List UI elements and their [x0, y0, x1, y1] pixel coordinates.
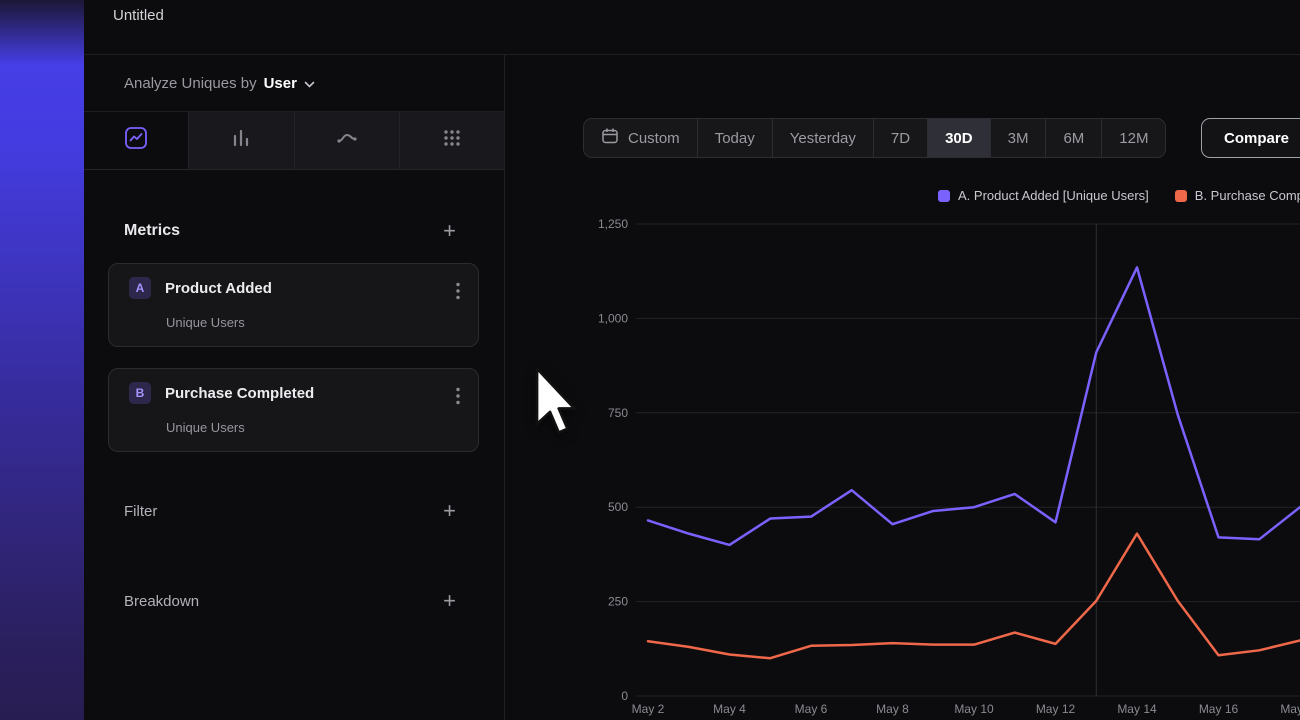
- svg-text:May 2: May 2: [632, 702, 665, 716]
- tab-insights[interactable]: [84, 112, 188, 169]
- range-label: 3M: [1008, 130, 1029, 147]
- flow-icon: [335, 126, 359, 155]
- report-title[interactable]: Untitled: [113, 7, 164, 24]
- range-label: 7D: [891, 130, 910, 147]
- svg-text:1,000: 1,000: [598, 311, 628, 325]
- line-chart[interactable]: 0 250 500 750 1,000 1,250 May 2 May 4 May 6 May 8…: [505, 205, 1300, 720]
- metric-card-b[interactable]: B Purchase Completed Unique Users: [108, 368, 479, 452]
- range-today[interactable]: Today: [697, 119, 772, 157]
- range-label: 12M: [1119, 130, 1148, 147]
- desktop-gradient: [0, 0, 84, 720]
- range-label: Custom: [628, 130, 680, 147]
- compare-button[interactable]: Compare: [1201, 118, 1300, 158]
- metric-menu-button[interactable]: [452, 383, 464, 412]
- analyze-by-row: Analyze Uniques by User: [84, 55, 504, 112]
- breakdown-section-header: Breakdown +: [84, 585, 504, 617]
- tab-bar-chart[interactable]: [188, 112, 293, 169]
- metrics-section-header: Metrics +: [84, 215, 504, 247]
- range-custom[interactable]: Custom: [584, 119, 697, 157]
- sidebar: Analyze Uniques by User: [84, 55, 505, 720]
- range-label: Yesterday: [790, 130, 856, 147]
- chart-panel: Custom Today Yesterday 7D 30D 3M 6M 12M …: [505, 55, 1300, 720]
- range-6m[interactable]: 6M: [1045, 119, 1101, 157]
- kebab-icon: [456, 387, 460, 405]
- svg-text:May 16: May 16: [1199, 702, 1239, 716]
- metrics-title: Metrics: [124, 222, 180, 240]
- metric-badge-b: B: [129, 382, 151, 404]
- svg-text:May 6: May 6: [795, 702, 828, 716]
- svg-text:250: 250: [608, 595, 628, 609]
- legend-swatch-b: [1175, 190, 1187, 202]
- legend-item-b[interactable]: B. Purchase Completed [Unique Users]: [1175, 188, 1300, 203]
- svg-text:May 8: May 8: [876, 702, 909, 716]
- dots-grid-icon: [440, 126, 464, 155]
- legend-item-a[interactable]: A. Product Added [Unique Users]: [938, 188, 1149, 203]
- svg-text:May 10: May 10: [954, 702, 994, 716]
- bar-chart-icon: [229, 126, 253, 155]
- svg-text:May 18: May 18: [1280, 702, 1300, 716]
- filter-title: Filter: [124, 503, 157, 520]
- metric-card-a[interactable]: A Product Added Unique Users: [108, 263, 479, 347]
- calendar-icon: [601, 127, 619, 149]
- svg-text:500: 500: [608, 500, 628, 514]
- range-label: Today: [715, 130, 755, 147]
- metric-menu-button[interactable]: [452, 278, 464, 307]
- metric-title: Purchase Completed: [165, 385, 314, 402]
- view-tabs: [84, 112, 504, 170]
- kebab-icon: [456, 282, 460, 300]
- metric-badge-a: A: [129, 277, 151, 299]
- analyze-by-label: Analyze Uniques by: [124, 75, 257, 92]
- svg-text:1,250: 1,250: [598, 217, 628, 231]
- range-30d[interactable]: 30D: [927, 119, 990, 157]
- chart-legend: A. Product Added [Unique Users] B. Purch…: [938, 188, 1300, 203]
- svg-text:May 14: May 14: [1117, 702, 1157, 716]
- svg-text:750: 750: [608, 406, 628, 420]
- legend-label: B. Purchase Completed [Unique Users]: [1195, 188, 1300, 203]
- range-label: 6M: [1063, 130, 1084, 147]
- range-12m[interactable]: 12M: [1101, 119, 1165, 157]
- range-yesterday[interactable]: Yesterday: [772, 119, 873, 157]
- range-7d[interactable]: 7D: [873, 119, 927, 157]
- date-range-control: Custom Today Yesterday 7D 30D 3M 6M 12M: [583, 118, 1166, 158]
- metric-subtitle[interactable]: Unique Users: [166, 315, 245, 330]
- metric-title: Product Added: [165, 280, 272, 297]
- range-3m[interactable]: 3M: [990, 119, 1046, 157]
- svg-text:May 4: May 4: [713, 702, 746, 716]
- add-metric-button[interactable]: +: [443, 220, 456, 242]
- tab-flows[interactable]: [294, 112, 399, 169]
- add-filter-button[interactable]: +: [443, 500, 456, 522]
- filter-section-header: Filter +: [84, 495, 504, 527]
- app-window: Untitled Analyze Uniques by User: [84, 0, 1300, 720]
- tab-dots-grid[interactable]: [399, 112, 504, 169]
- legend-swatch-a: [938, 190, 950, 202]
- titlebar: Untitled: [84, 0, 1300, 55]
- add-breakdown-button[interactable]: +: [443, 590, 456, 612]
- svg-text:0: 0: [621, 689, 628, 703]
- line-chart-icon: [124, 126, 148, 155]
- analyze-by-value: User: [264, 75, 297, 92]
- analyze-by-dropdown[interactable]: User: [264, 75, 315, 92]
- breakdown-title: Breakdown: [124, 593, 199, 610]
- range-label: 30D: [945, 130, 973, 147]
- metric-subtitle[interactable]: Unique Users: [166, 420, 245, 435]
- legend-label: A. Product Added [Unique Users]: [958, 188, 1149, 203]
- svg-text:May 12: May 12: [1036, 702, 1076, 716]
- chevron-down-icon: [304, 76, 315, 91]
